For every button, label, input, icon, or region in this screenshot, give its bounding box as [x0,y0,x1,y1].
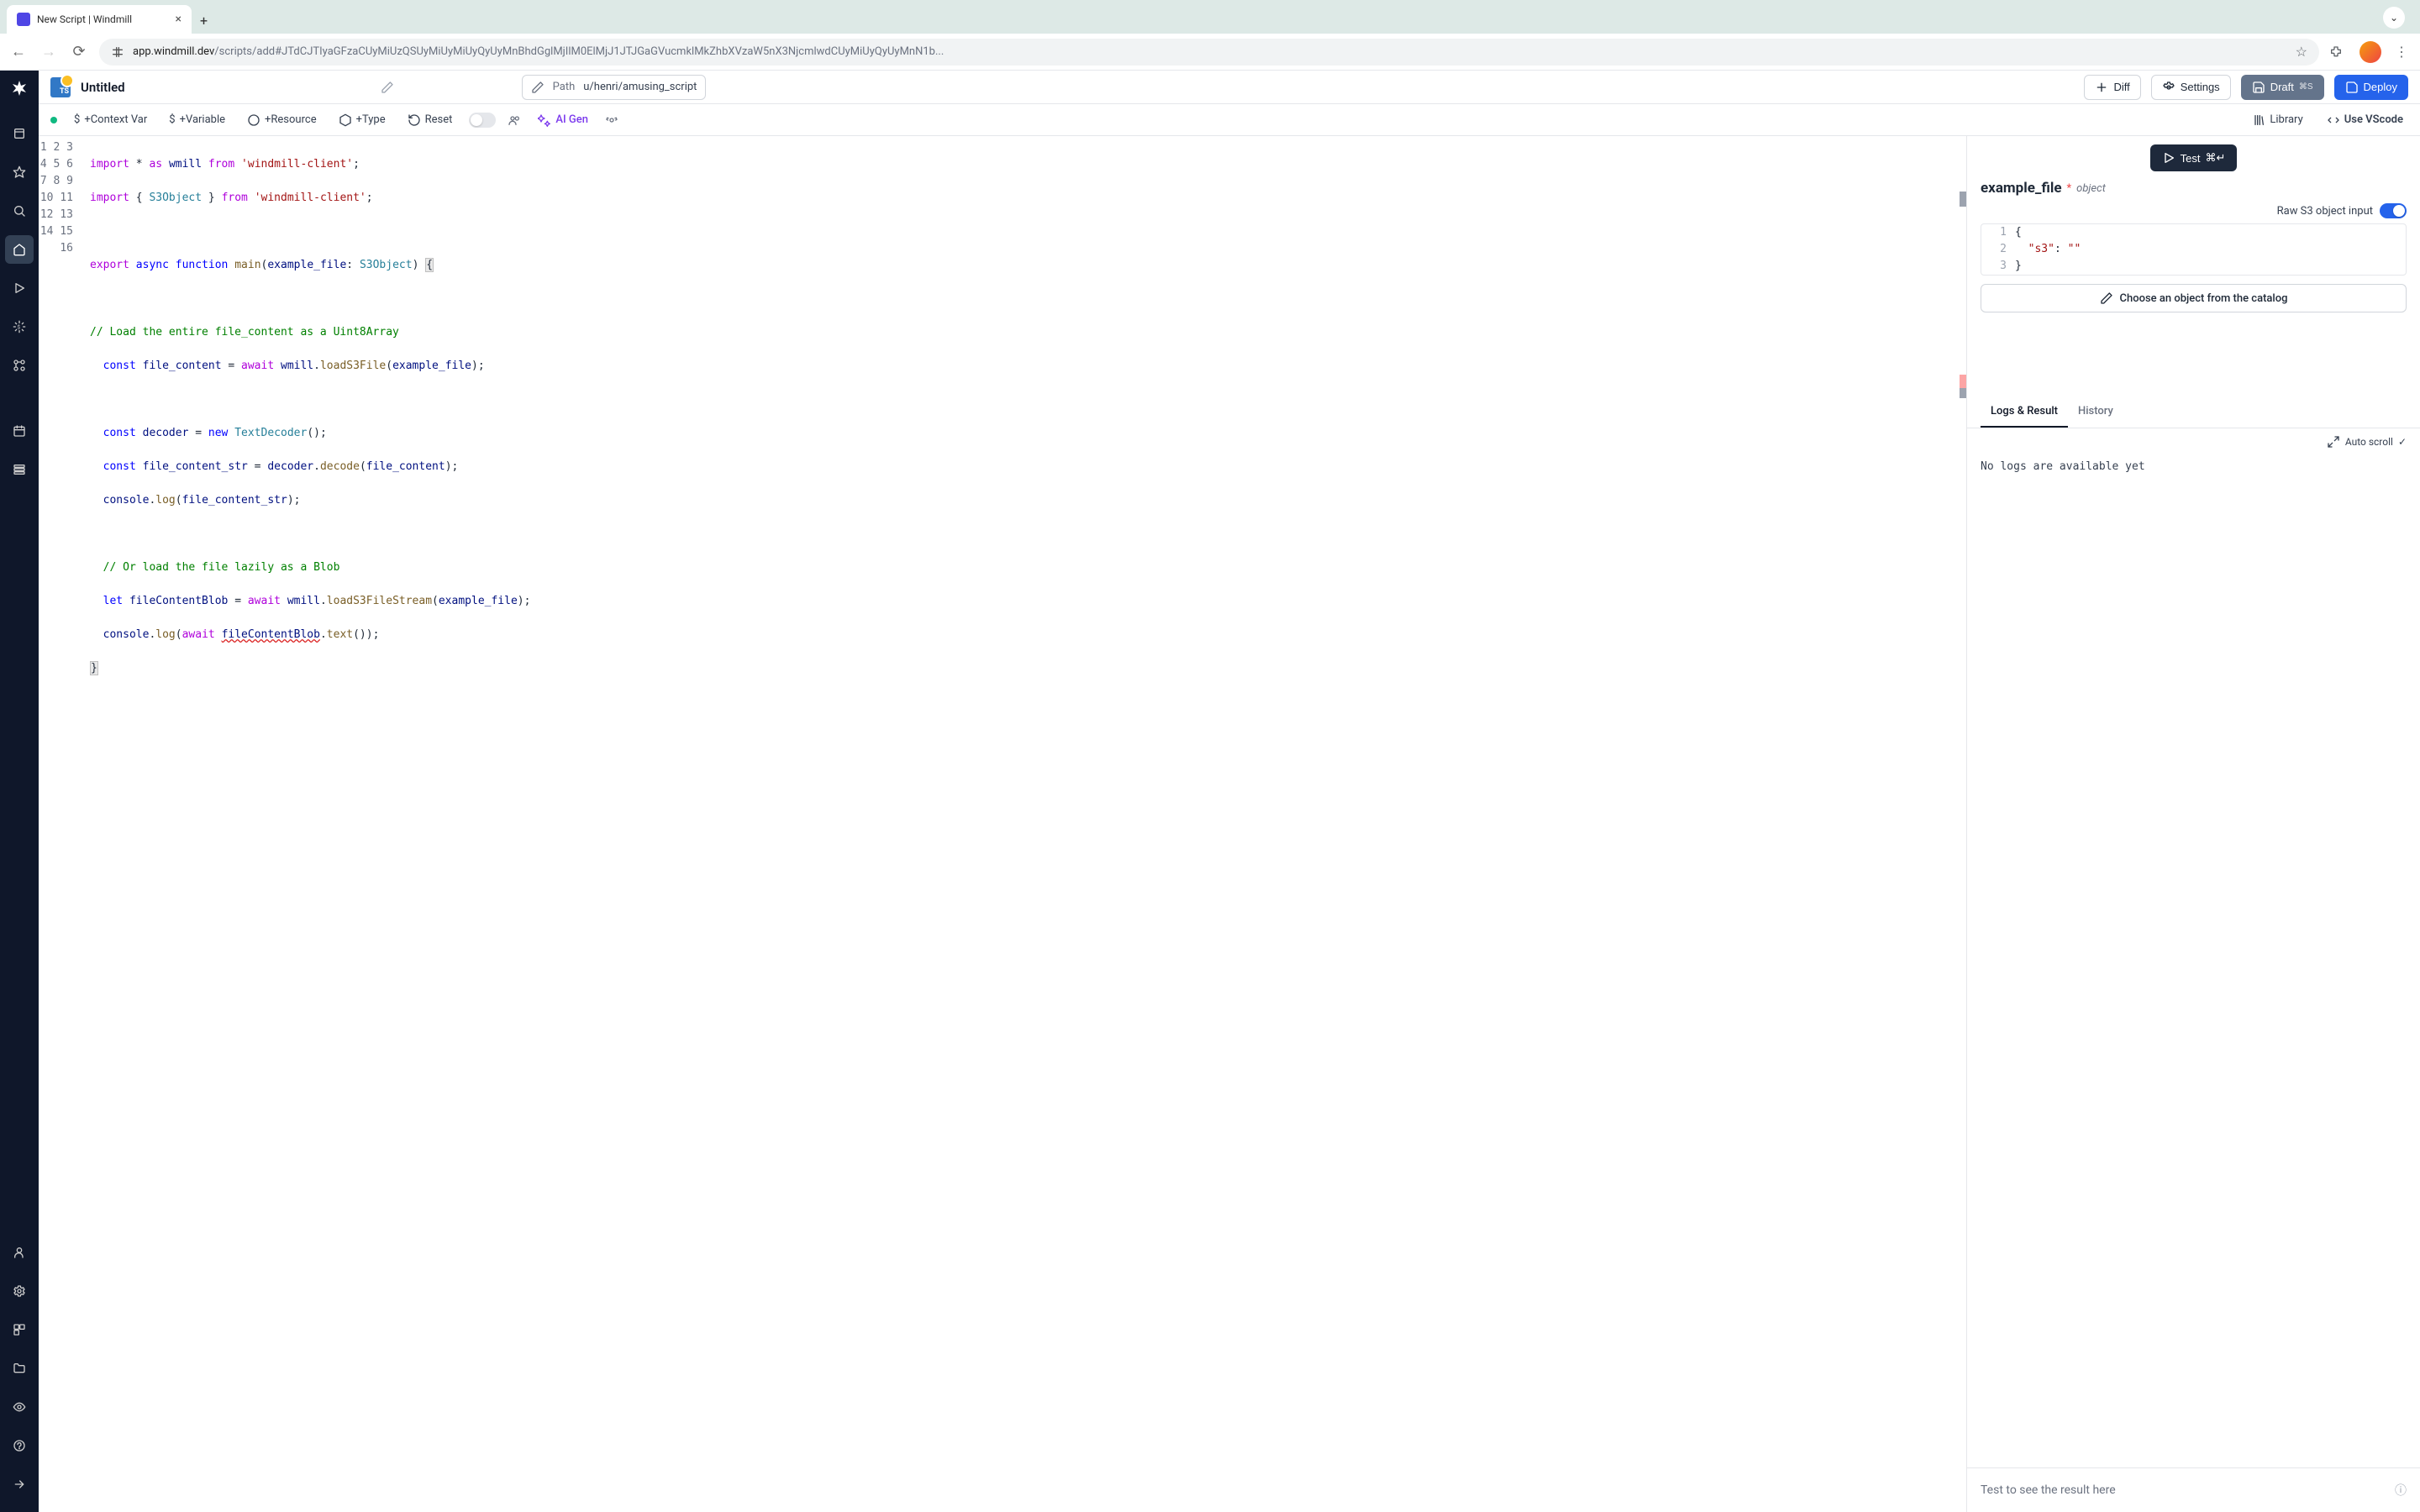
url-text: app.windmill.dev/scripts/add#JTdCJTIyaGF… [133,45,2287,58]
address-bar[interactable]: app.windmill.dev/scripts/add#JTdCJTIyaGF… [99,39,2319,66]
script-title: Untitled [81,80,125,95]
input-name: example_file [1981,180,2062,197]
minimap-marker [1960,388,1966,398]
sidebar-rail: $ [0,71,39,1512]
raw-s3-label: Raw S3 object input [2277,205,2373,218]
new-tab-button[interactable]: + [200,13,208,34]
path-value: u/henri/amusing_script [583,81,697,93]
rail-item-collapse[interactable] [5,1470,34,1499]
edit-title-icon[interactable] [381,81,394,94]
use-vscode-button[interactable]: Use VScode [2322,110,2408,130]
reload-button[interactable]: ⟳ [69,43,89,60]
chrome-chevron-icon[interactable]: ⌄ [2383,7,2405,29]
rail-item-favorites[interactable] [5,158,34,186]
rail-item-folder[interactable] [5,1354,34,1383]
input-type: object [2076,182,2106,195]
no-logs-text: No logs are available yet [1981,460,2145,473]
logs-body: No logs are available yet [1967,455,2420,1467]
rail-item-search[interactable] [5,197,34,225]
auto-scroll-label: Auto scroll [2345,436,2393,448]
result-placeholder: Test to see the result here ⓘ [1967,1467,2420,1512]
ai-gen-button[interactable]: AI Gen [533,110,593,130]
diff-button[interactable]: Diff [2084,75,2140,100]
minimap-marker [1960,192,1966,207]
minimap-error-marker [1960,375,1966,388]
address-bar-row: ← → ⟳ app.windmill.dev/scripts/add#JTdCJ… [0,34,2420,71]
rail-item-users[interactable] [5,1238,34,1267]
context-var-button[interactable]: $+Context Var [69,110,152,129]
draft-button[interactable]: Draft⌘S [2241,75,2324,100]
right-panel: Test ⌘↵ example_file * object Raw S3 obje… [1966,136,2420,1512]
browser-tab[interactable]: New Script | Windmill × [7,5,192,34]
required-star: * [2067,182,2072,195]
favicon [17,13,30,26]
forward-button[interactable]: → [39,43,59,60]
tab-history[interactable]: History [2068,396,2123,428]
variable-button[interactable]: $+Variable [164,110,230,129]
rail-item-workers[interactable] [5,455,34,484]
vim-toggle[interactable] [469,113,496,128]
path-display[interactable]: Path u/henri/amusing_script [522,75,707,100]
app-root: $ TS Untitled Path u/henr [0,71,2420,1512]
profile-avatar[interactable] [2360,41,2381,63]
expand-icon[interactable] [2327,435,2340,449]
rail-item-hub[interactable] [5,119,34,148]
site-info-icon[interactable] [111,45,124,59]
browser-tab-strip: New Script | Windmill × + ⌄ [0,0,2420,34]
rail-item-settings[interactable] [5,1277,34,1305]
status-dot-icon [50,117,57,123]
resource-button[interactable]: +Resource [242,110,322,130]
raw-toggle-row: Raw S3 object input [1967,203,2420,223]
type-button[interactable]: +Type [334,110,391,130]
check-icon: ✓ [2398,436,2407,448]
rail-item-variables[interactable]: $ [5,312,34,341]
team-icon[interactable] [508,113,521,127]
tab-title: New Script | Windmill [37,13,169,25]
bookmark-star-icon[interactable]: ☆ [2296,44,2307,60]
line-gutter: 1 2 3 4 5 6 7 8 9 10 11 12 13 14 15 16 [39,136,85,1512]
script-header: TS Untitled Path u/henri/amusing_script … [39,71,2420,104]
browser-menu-icon[interactable]: ⋮ [2391,44,2412,60]
deploy-button[interactable]: Deploy [2334,75,2408,100]
rail-item-view[interactable] [5,1393,34,1421]
settings-button[interactable]: Settings [2151,75,2231,100]
result-tabs: Logs & Result History [1967,396,2420,428]
path-label: Path [553,81,576,93]
gear-icon[interactable] [605,113,618,127]
typescript-badge-icon: TS [50,77,71,97]
rail-item-help[interactable] [5,1431,34,1460]
content-split: 1 2 3 4 5 6 7 8 9 10 11 12 13 14 15 16 i… [39,136,2420,1512]
raw-s3-toggle[interactable] [2380,203,2407,218]
code-body[interactable]: import * as wmill from 'windmill-client'… [85,136,1966,1512]
choose-catalog-button[interactable]: Choose an object from the catalog [1981,284,2407,312]
rail-item-resources[interactable] [5,351,34,380]
back-button[interactable]: ← [8,43,29,60]
tab-logs-result[interactable]: Logs & Result [1981,396,2068,428]
info-icon[interactable]: ⓘ [2395,1482,2407,1499]
code-editor[interactable]: 1 2 3 4 5 6 7 8 9 10 11 12 13 14 15 16 i… [39,136,1966,1512]
svg-text:$: $ [17,324,20,331]
rail-item-home[interactable] [5,235,34,264]
main-area: TS Untitled Path u/henri/amusing_script … [39,71,2420,1512]
extensions-icon[interactable] [2329,45,2349,59]
rail-item-schedule[interactable] [5,417,34,445]
editor-toolbar: $+Context Var $+Variable +Resource +Type… [39,104,2420,136]
library-button[interactable]: Library [2247,110,2307,130]
json-input[interactable]: 1{ 2 "s3": "" 3} [1981,223,2407,276]
rail-item-workspaces[interactable] [5,1315,34,1344]
test-button[interactable]: Test ⌘↵ [2150,144,2238,171]
rail-item-runs[interactable] [5,274,34,302]
logs-toolbar: Auto scroll ✓ [1967,428,2420,455]
windmill-logo-icon[interactable] [9,79,29,99]
input-header: example_file * object [1967,180,2420,203]
reset-button[interactable]: Reset [402,110,458,130]
close-tab-icon[interactable]: × [176,13,182,26]
